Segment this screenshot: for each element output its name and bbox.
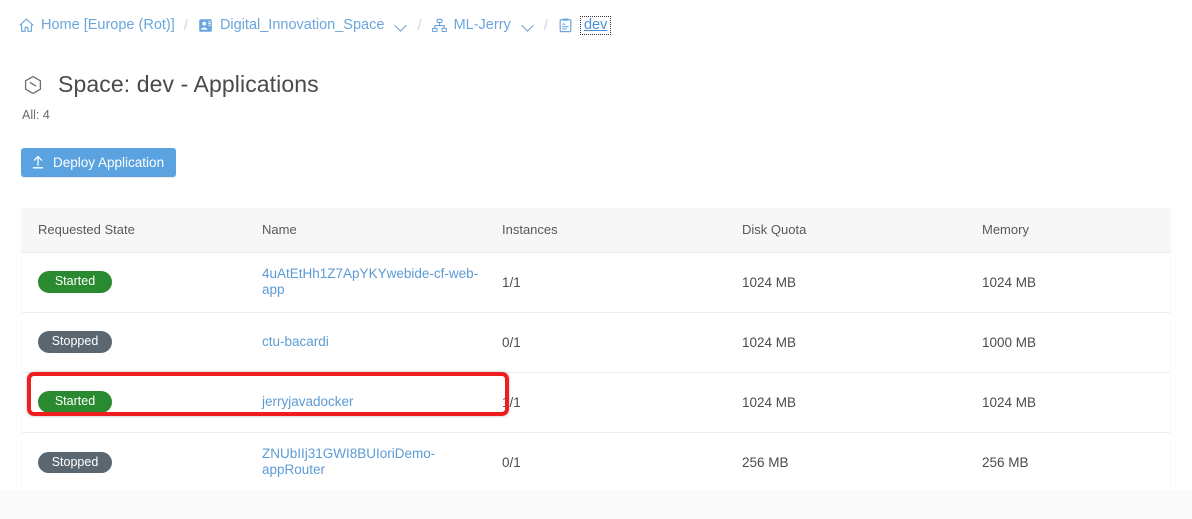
- space-list-icon: [557, 17, 574, 34]
- status-badge: Stopped: [38, 331, 112, 353]
- status-badge: Started: [38, 391, 112, 413]
- breadcrumb-item-space-label: dev: [579, 15, 612, 35]
- application-link[interactable]: 4uAtEtHh1Z7ApYKYwebide-cf-web-app: [262, 266, 487, 298]
- applications-table: Requested State Name Instances Disk Quot…: [22, 208, 1170, 492]
- column-header-disk-quota[interactable]: Disk Quota: [742, 208, 982, 253]
- cell-memory: 1024 MB: [982, 371, 1170, 432]
- breadcrumb-separator: /: [183, 16, 188, 34]
- cell-disk-quota: 1024 MB: [742, 311, 982, 372]
- status-badge: Stopped: [38, 451, 112, 473]
- deploy-application-label: Deploy Application: [53, 155, 165, 170]
- table-header-row: Requested State Name Instances Disk Quot…: [22, 208, 1170, 253]
- cell-disk-quota: 1024 MB: [742, 371, 982, 432]
- table-row[interactable]: Started 4uAtEtHh1Z7ApYKYwebide-cf-web-ap…: [22, 252, 1170, 312]
- applications-table-container: Requested State Name Instances Disk Quot…: [22, 208, 1170, 493]
- table-row[interactable]: Started jerryjavadocker 1/1 1024 MB 1024…: [22, 371, 1170, 432]
- application-link[interactable]: ZNUbIIj31GWI8BUIoriDemo-appRouter: [262, 446, 487, 478]
- space-hexagon-icon: [22, 74, 44, 96]
- deploy-application-button[interactable]: Deploy Application: [21, 148, 177, 177]
- application-link[interactable]: jerryjavadocker: [262, 394, 354, 410]
- breadcrumb-item-org-label: Digital_Innovation_Space: [219, 17, 385, 33]
- breadcrumb-item-home[interactable]: Home [Europe (Rot)]: [18, 17, 175, 34]
- status-badge: Started: [38, 271, 112, 293]
- home-icon: [18, 17, 35, 34]
- cell-disk-quota: 256 MB: [742, 431, 982, 492]
- item-count-label: All: 4: [22, 108, 50, 122]
- breadcrumb-separator: /: [543, 16, 548, 34]
- upload-icon: [31, 155, 45, 170]
- cell-requested-state: Stopped: [22, 431, 262, 492]
- column-header-instances[interactable]: Instances: [502, 208, 742, 253]
- breadcrumb-item-subaccount[interactable]: ML-Jerry: [431, 17, 535, 34]
- cell-name: jerryjavadocker: [262, 371, 502, 432]
- cell-requested-state: Started: [22, 252, 262, 312]
- application-link[interactable]: ctu-bacardi: [262, 334, 329, 350]
- cell-instances: 0/1: [502, 431, 742, 492]
- breadcrumb: Home [Europe (Rot)] / Digital_Innovation…: [18, 12, 612, 38]
- cell-disk-quota: 1024 MB: [742, 274, 797, 290]
- page-title-row: Space: dev - Applications: [22, 56, 319, 114]
- cell-instances: 0/1: [502, 311, 742, 372]
- column-header-name[interactable]: Name: [262, 208, 502, 253]
- chevron-down-icon[interactable]: [395, 19, 408, 32]
- cell-instances: 1/1: [502, 371, 742, 432]
- page-title: Space: dev - Applications: [58, 71, 319, 98]
- cell-name: ctu-bacardi: [262, 311, 502, 372]
- cell-requested-state: Started: [22, 371, 262, 432]
- breadcrumb-separator: /: [417, 16, 422, 34]
- cell-memory: 1000 MB: [982, 311, 1170, 372]
- breadcrumb-item-subaccount-label: ML-Jerry: [453, 17, 511, 33]
- cell-name: 4uAtEtHh1Z7ApYKYwebide-cf-web-app: [262, 252, 502, 312]
- page-bottom-strip: [0, 490, 1192, 519]
- breadcrumb-item-org[interactable]: Digital_Innovation_Space: [197, 17, 408, 34]
- table-row[interactable]: Stopped ZNUbIIj31GWI8BUIoriDemo-appRoute…: [22, 431, 1170, 492]
- column-header-requested-state[interactable]: Requested State: [22, 208, 262, 253]
- org-tree-icon: [431, 17, 448, 34]
- cell-name: ZNUbIIj31GWI8BUIoriDemo-appRouter: [262, 431, 502, 492]
- applications-page: Home [Europe (Rot)] / Digital_Innovation…: [0, 0, 1192, 519]
- breadcrumb-item-space[interactable]: dev: [557, 15, 612, 35]
- cell-memory: 256 MB: [982, 431, 1170, 492]
- table-body: Started 4uAtEtHh1Z7ApYKYwebide-cf-web-ap…: [22, 252, 1170, 492]
- organization-icon: [197, 17, 214, 34]
- breadcrumb-item-home-label: Home [Europe (Rot)]: [41, 17, 175, 33]
- column-header-memory[interactable]: Memory: [982, 208, 1170, 253]
- chevron-down-icon[interactable]: [522, 19, 535, 32]
- table-header: Requested State Name Instances Disk Quot…: [22, 208, 1170, 253]
- cell-requested-state: Stopped: [22, 311, 262, 372]
- cell-instances: 1/1: [502, 274, 521, 290]
- table-row[interactable]: Stopped ctu-bacardi 0/1 1024 MB 1000 MB: [22, 311, 1170, 372]
- cell-memory: 1024 MB: [982, 274, 1037, 290]
